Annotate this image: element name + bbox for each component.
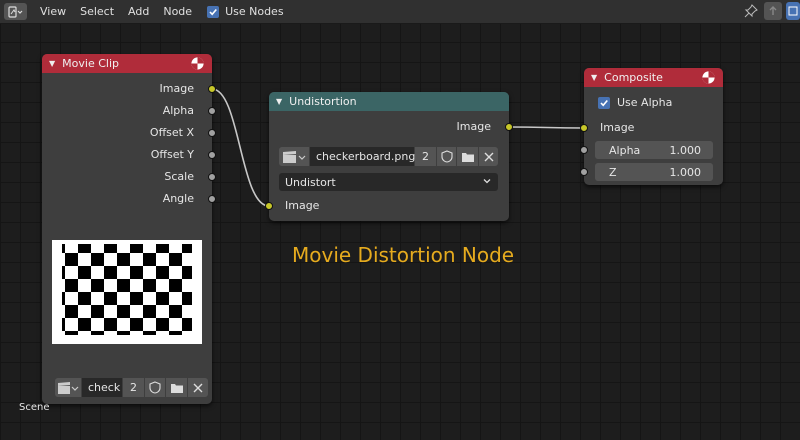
- output-label-alpha: Alpha: [162, 104, 194, 117]
- render-icon: [702, 71, 715, 84]
- z-field[interactable]: Z 1.000: [595, 163, 713, 181]
- movie-clip-title: Movie Clip: [62, 57, 119, 70]
- use-nodes-label: Use Nodes: [225, 5, 284, 18]
- parent-node-tree-button[interactable]: [764, 2, 782, 20]
- shield-icon: [440, 150, 453, 163]
- z-field-value: 1.000: [669, 165, 702, 179]
- output-label-image: Image: [456, 120, 491, 133]
- alpha-field-value: 1.000: [669, 143, 702, 157]
- browse-clip-button[interactable]: [55, 378, 82, 397]
- input-label-image: Image: [600, 121, 635, 134]
- clip-name-field[interactable]: checkerboard.png: [310, 147, 415, 166]
- distortion-mode-value: Undistort: [285, 175, 336, 189]
- clapperboard-icon: [283, 150, 306, 163]
- image-icon: [788, 6, 798, 16]
- open-clip-button[interactable]: [166, 378, 188, 397]
- open-clip-button[interactable]: [457, 147, 479, 166]
- undistortion-node[interactable]: ▼ Undistortion Image checkerboard.png 2 …: [265, 92, 513, 221]
- collapse-arrow-icon[interactable]: ▼: [276, 97, 282, 106]
- close-icon: [484, 152, 493, 161]
- input-label-image: Image: [285, 199, 320, 212]
- checkmark-icon: [209, 8, 217, 15]
- clip-selector: checkerboard.png 2: [279, 147, 498, 166]
- folder-icon: [461, 152, 474, 162]
- fake-user-button[interactable]: [145, 378, 166, 397]
- link-movieclip-to-undistortion[interactable]: [211, 88, 270, 207]
- movie-clip-node-header[interactable]: ▼ Movie Clip: [42, 54, 212, 73]
- undistortion-title: Undistortion: [289, 95, 357, 108]
- movie-clip-selector: check 2: [55, 378, 208, 397]
- composite-node-header[interactable]: ▼ Composite: [584, 68, 723, 87]
- z-field-label: Z: [609, 165, 617, 179]
- use-alpha-label: Use Alpha: [617, 96, 673, 109]
- scene-label: Scene: [19, 402, 50, 413]
- clip-users-count[interactable]: 2: [415, 147, 437, 166]
- pin-button[interactable]: [742, 2, 760, 20]
- link-undistortion-to-composite[interactable]: [508, 126, 585, 129]
- menu-add[interactable]: Add: [121, 5, 156, 18]
- output-socket-offset-x[interactable]: [208, 129, 216, 137]
- input-socket-image[interactable]: [265, 202, 273, 210]
- shield-icon: [149, 381, 161, 394]
- node-editor-icon: [7, 5, 22, 18]
- use-alpha-checkbox[interactable]: [598, 96, 610, 109]
- backdrop-toggle[interactable]: [786, 2, 800, 20]
- menu-node[interactable]: Node: [156, 5, 199, 18]
- clip-preview: [52, 240, 202, 344]
- checkerboard-image: [62, 244, 192, 335]
- use-nodes-checkbox[interactable]: [207, 5, 220, 18]
- movie-clip-node[interactable]: ▼ Movie Clip Image Alpha Offset X Offset…: [42, 54, 216, 404]
- clip-name-field[interactable]: check: [82, 378, 123, 397]
- clip-users-count[interactable]: 2: [123, 378, 145, 397]
- output-label-scale: Scale: [164, 170, 194, 183]
- alpha-field-label: Alpha: [609, 143, 641, 157]
- menu-select[interactable]: Select: [73, 5, 121, 18]
- pin-icon: [744, 4, 758, 18]
- output-socket-offset-y[interactable]: [208, 151, 216, 159]
- output-label-offset-x: Offset X: [149, 126, 194, 139]
- output-label-image: Image: [159, 82, 194, 95]
- editor-type-button[interactable]: [4, 3, 27, 20]
- input-socket-alpha[interactable]: [580, 146, 588, 154]
- output-socket-angle[interactable]: [208, 195, 216, 203]
- output-label-offset-y: Offset Y: [150, 148, 194, 161]
- close-icon: [193, 383, 203, 392]
- input-socket-z[interactable]: [580, 168, 588, 176]
- composite-node[interactable]: ▼ Composite Use Alpha Image Alpha 1.000 …: [580, 68, 723, 185]
- render-icon: [191, 57, 204, 70]
- composite-title: Composite: [604, 71, 663, 84]
- annotation-text: Movie Distortion Node: [292, 243, 515, 267]
- arrow-up-icon: [769, 6, 777, 15]
- use-alpha-toggle[interactable]: Use Alpha: [598, 96, 672, 109]
- distortion-mode-dropdown[interactable]: Undistort: [279, 173, 498, 191]
- output-label-angle: Angle: [162, 192, 194, 205]
- clapperboard-icon: [58, 381, 79, 394]
- chevron-down-icon: [483, 179, 491, 184]
- menu-view[interactable]: View: [33, 5, 73, 18]
- folder-icon: [170, 383, 183, 393]
- checkmark-icon: [600, 99, 608, 106]
- undistortion-node-header[interactable]: ▼ Undistortion: [269, 92, 509, 111]
- output-socket-image[interactable]: [208, 85, 216, 93]
- node-editor-header: View Select Add Node Use Nodes: [0, 0, 800, 24]
- output-socket-image[interactable]: [505, 123, 513, 131]
- output-socket-scale[interactable]: [208, 173, 216, 181]
- collapse-arrow-icon[interactable]: ▼: [49, 59, 55, 68]
- alpha-field[interactable]: Alpha 1.000: [595, 141, 713, 159]
- unlink-clip-button[interactable]: [479, 147, 498, 166]
- fake-user-button[interactable]: [437, 147, 457, 166]
- collapse-arrow-icon[interactable]: ▼: [591, 73, 597, 82]
- input-socket-image[interactable]: [580, 124, 588, 132]
- browse-clip-button[interactable]: [279, 147, 310, 166]
- unlink-clip-button[interactable]: [188, 378, 208, 397]
- output-socket-alpha[interactable]: [208, 107, 216, 115]
